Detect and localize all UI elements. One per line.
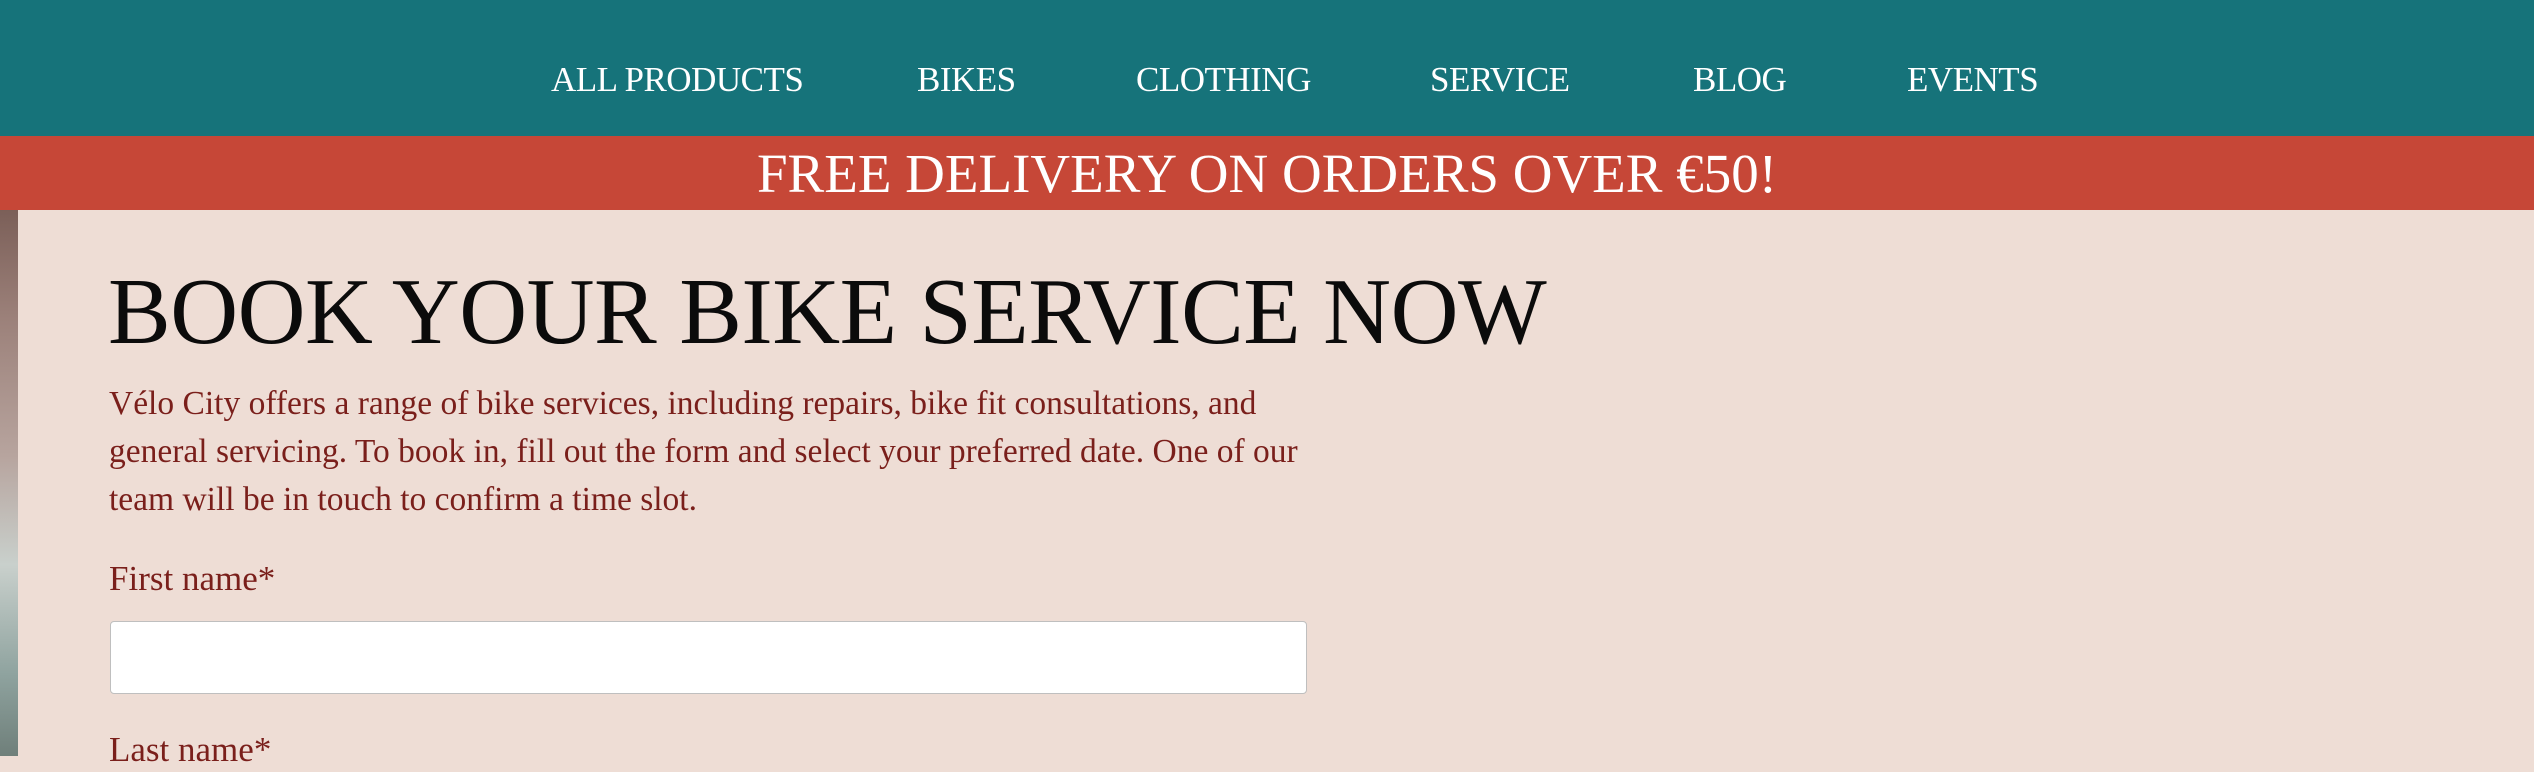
required-marker: * [257,559,276,598]
main-navigation: ALL PRODUCTS BIKES CLOTHING SERVICE BLOG… [0,0,2534,136]
page-title: BOOK YOUR BIKE SERVICE NOW [108,260,1547,364]
last-name-label: Last name* [109,728,271,772]
first-name-label: First name* [109,557,275,601]
first-name-label-text: First name [109,559,258,598]
nav-item-events[interactable]: EVENTS [1907,58,2039,102]
last-name-label-text: Last name [109,730,254,769]
nav-item-clothing[interactable]: CLOTHING [1136,58,1311,102]
nav-item-bikes[interactable]: BIKES [917,58,1016,102]
intro-paragraph: Vélo City offers a range of bike service… [109,385,1298,518]
first-name-field[interactable] [110,621,1307,694]
required-marker: * [253,730,272,769]
nav-item-service[interactable]: SERVICE [1430,58,1570,102]
nav-item-blog[interactable]: BLOG [1693,58,1787,102]
nav-item-all-products[interactable]: ALL PRODUCTS [551,58,804,102]
background-photo-edge [0,210,18,756]
promo-banner-text: FREE DELIVERY ON ORDERS OVER €50! [756,143,1778,204]
promo-banner: FREE DELIVERY ON ORDERS OVER €50! [0,136,2534,210]
